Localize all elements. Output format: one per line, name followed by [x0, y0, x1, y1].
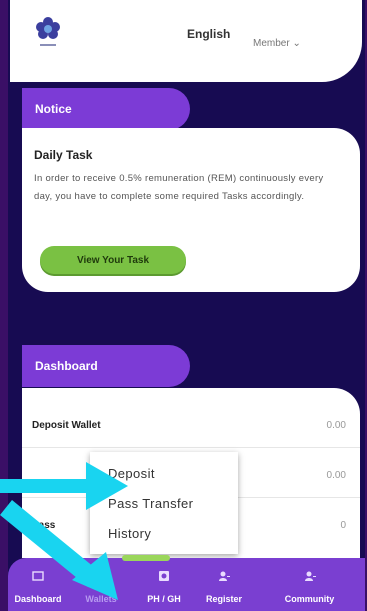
nav-item-community[interactable]: Community — [254, 558, 365, 611]
wallet-row-value: 0.00 — [326, 470, 346, 481]
nav-item-wallets[interactable]: Wallets — [70, 558, 132, 611]
wallet-row-value: 0.00 — [326, 420, 346, 431]
daily-task-text: In order to receive 0.5% remuneration (R… — [34, 173, 324, 202]
nav-label: Register — [205, 594, 242, 604]
ph-gh-icon — [159, 571, 169, 581]
nav-label: Wallets — [85, 594, 117, 604]
notice-tab-label: Notice — [35, 102, 72, 116]
wallet-row-label: Pass — [32, 520, 56, 531]
menu-item-history[interactable]: History — [108, 526, 151, 541]
header: English Member ⌄ — [10, 0, 362, 82]
active-indicator — [122, 555, 170, 561]
view-your-task-button[interactable]: View Your Task — [40, 246, 186, 274]
wallet-row-value: 0 — [340, 520, 346, 531]
notice-tab: Notice — [22, 88, 190, 130]
nav-item-dashboard[interactable]: Dashboard — [8, 558, 68, 611]
language-selector[interactable]: English — [187, 27, 230, 41]
brand-logo-icon[interactable] — [32, 14, 64, 50]
register-user-icon — [219, 571, 230, 581]
daily-task-title: Daily Task — [34, 148, 93, 162]
dashboard-icon — [32, 571, 44, 581]
nav-label: Community — [284, 594, 335, 604]
nav-item-ph-gh[interactable]: PH / GH — [136, 558, 192, 611]
notice-card: Daily Task In order to receive 0.5% remu… — [22, 128, 360, 292]
menu-item-pass-transfer[interactable]: Pass Transfer — [108, 496, 193, 511]
member-menu[interactable]: Member ⌄ — [253, 38, 301, 49]
dashboard-tab-label: Dashboard — [35, 359, 98, 373]
nav-label: Dashboard — [14, 594, 62, 604]
nav-label: PH / GH — [147, 594, 181, 604]
nav-item-register[interactable]: Register — [194, 558, 254, 611]
wallet-row: Deposit Wallet 0.00 — [22, 398, 360, 448]
dashboard-tab: Dashboard — [22, 345, 190, 387]
wallets-dropdown-menu: Deposit Pass Transfer History — [90, 452, 238, 554]
menu-item-deposit[interactable]: Deposit — [108, 466, 155, 481]
wallet-row-label: Deposit Wallet — [32, 420, 101, 431]
bottom-navigation: Dashboard Wallets PH / GH Register Commu… — [8, 558, 365, 611]
wallet-icon — [95, 571, 107, 581]
community-icon — [304, 571, 316, 581]
